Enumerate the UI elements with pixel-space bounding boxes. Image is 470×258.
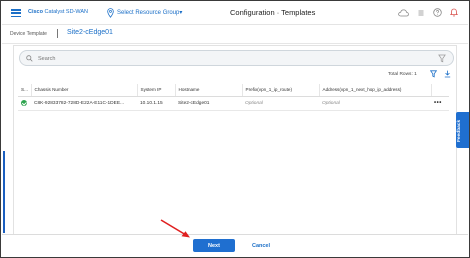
app-window: Cisco Catalyst SD-WAN Select Resource Gr… <box>0 0 470 258</box>
breadcrumb-parent[interactable]: Device Template <box>10 31 47 37</box>
download-icon[interactable] <box>444 70 451 78</box>
scroll-indicator[interactable] <box>3 151 5 233</box>
table-row[interactable]: C8K-92833782-728D-E22A-E11C-1DEE... 10.1… <box>18 96 449 111</box>
page-title: Configuration · Templates <box>230 8 316 17</box>
prefix-input-cell[interactable]: Optional <box>242 96 319 111</box>
top-bar: Cisco Catalyst SD-WAN Select Resource Gr… <box>2 2 468 25</box>
total-rows: Total Rows: 1 <box>388 72 417 77</box>
feedback-tab[interactable]: Feedback <box>456 112 469 148</box>
search-input[interactable] <box>38 53 418 64</box>
status-cell <box>18 96 31 111</box>
breadcrumb-separator <box>57 29 58 38</box>
resource-group-select[interactable]: Select Resource Group▾ <box>117 9 182 16</box>
next-button[interactable]: Next <box>193 239 235 252</box>
cloud-icon[interactable] <box>398 8 409 17</box>
bell-icon[interactable] <box>450 8 458 17</box>
feedback-label: Feedback <box>457 119 462 142</box>
search-icon <box>26 55 33 62</box>
cancel-button[interactable]: Cancel <box>245 239 277 252</box>
more-options-icon[interactable]: ••• <box>434 100 442 106</box>
column-header-status[interactable]: S... <box>18 84 32 97</box>
help-icon[interactable] <box>433 8 442 17</box>
filter-icon[interactable] <box>438 54 446 63</box>
device-table-card: Total Rows: 1 S... Chassis Number System… <box>13 45 457 235</box>
hostname-cell: Site2-cEdge01 <box>175 96 242 111</box>
menu-icon[interactable] <box>11 9 21 18</box>
location-pin-icon <box>107 8 114 18</box>
column-header-address[interactable]: Address(vpn_1_next_hop_ip_address) <box>319 84 432 97</box>
device-table: S... Chassis Number System IP Hostname P… <box>18 84 449 111</box>
breadcrumb: Device Template Site2-cEdge01 <box>2 25 468 44</box>
column-header-hostname[interactable]: Hostname <box>175 84 243 97</box>
system-ip-cell: 10.10.1.15 <box>137 96 175 111</box>
header-icons <box>398 8 458 17</box>
brand: Cisco Catalyst SD-WAN <box>28 9 88 15</box>
column-header-system-ip[interactable]: System IP <box>137 84 176 97</box>
table-filter-icon[interactable] <box>430 70 437 78</box>
footer-bar: Next Cancel <box>2 234 468 256</box>
breadcrumb-current: Site2-cEdge01 <box>67 29 113 36</box>
column-header-prefix[interactable]: Prefix(vpn_1_ip_route) <box>242 84 320 97</box>
annotation-arrow-icon <box>160 219 190 238</box>
check-circle-icon <box>21 99 27 106</box>
chassis-cell: C8K-92833782-728D-E22A-E11C-1DEE... <box>31 96 137 111</box>
address-input-cell[interactable]: Optional <box>319 96 431 111</box>
column-header-chassis[interactable]: Chassis Number <box>31 84 138 97</box>
list-icon[interactable] <box>417 9 425 17</box>
brand-name: Cisco <box>28 9 43 15</box>
column-header-actions <box>431 84 449 97</box>
table-header-row: S... Chassis Number System IP Hostname P… <box>18 84 449 97</box>
brand-product: Catalyst SD-WAN <box>44 9 89 15</box>
row-actions-cell[interactable]: ••• <box>431 96 449 111</box>
search-bar <box>19 50 454 66</box>
